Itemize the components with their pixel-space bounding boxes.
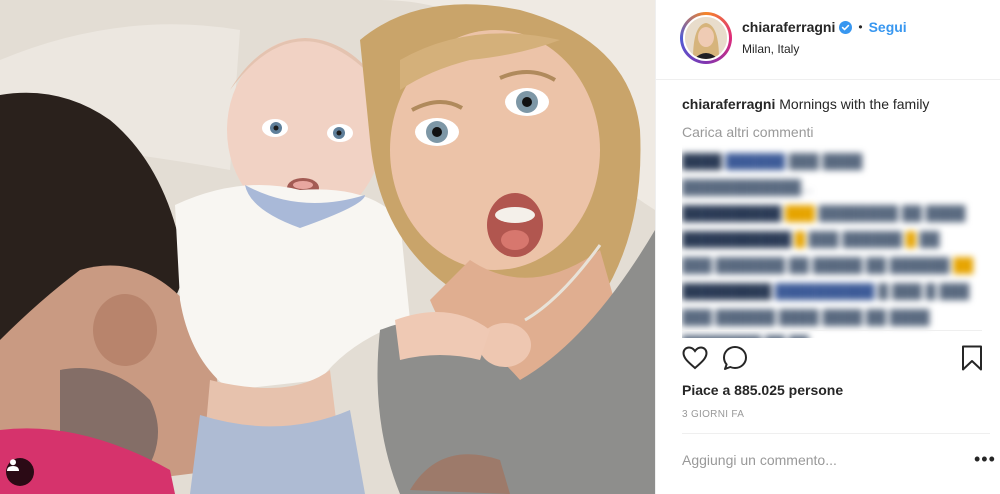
- action-bar: [682, 342, 990, 374]
- blurred-comment-line: ████ ██████ ███ ████ ████████████...: [682, 153, 863, 195]
- verified-badge-icon: [839, 20, 853, 34]
- blurred-comment-line: ███████████ █ ███ ██████ █ ██: [682, 231, 940, 247]
- username-row: chiaraferragni • Segui: [742, 19, 907, 35]
- location-link[interactable]: Milan, Italy: [742, 42, 799, 56]
- bookmark-icon: [962, 345, 982, 371]
- comment-bubble-icon: [723, 346, 747, 370]
- tag-people-button[interactable]: [6, 458, 34, 486]
- save-button[interactable]: [957, 342, 987, 374]
- separator-dot: •: [858, 20, 863, 34]
- avatar-image: [685, 17, 727, 59]
- likes-count[interactable]: Piace a 885.025 persone: [682, 382, 843, 398]
- like-button[interactable]: [680, 342, 710, 374]
- likes-suffix: persone: [788, 382, 844, 398]
- more-options-button[interactable]: •••: [974, 450, 996, 468]
- post-photo[interactable]: [0, 0, 655, 494]
- load-more-comments-button[interactable]: Carica altri commenti: [682, 124, 982, 140]
- username-link[interactable]: chiaraferragni: [742, 19, 835, 35]
- blurred-comments: ████ ██████ ███ ████ ████████████... ███…: [682, 148, 982, 338]
- post-side-panel: chiaraferragni • Segui Milan, Italy chia…: [655, 0, 1000, 494]
- actions-divider: [682, 330, 982, 331]
- blurred-comment-line: █████████ ██████████ █ ███ █ ███: [682, 283, 970, 299]
- person-tag-icon: [7, 459, 19, 471]
- blurred-comment-line: ███ ██████ ████ ████ ██ ████ ████████ ██…: [682, 309, 930, 338]
- comment-divider: [682, 433, 990, 434]
- avatar[interactable]: [683, 15, 729, 61]
- caption: chiaraferragni Mornings with the family: [682, 94, 982, 114]
- comment-button[interactable]: [720, 342, 750, 374]
- heart-icon: [682, 346, 708, 370]
- caption-username[interactable]: chiaraferragni: [682, 96, 775, 112]
- story-ring[interactable]: [680, 12, 732, 64]
- follow-button[interactable]: Segui: [869, 19, 907, 35]
- likes-number: 885.025: [734, 382, 785, 398]
- blurred-comment-line: ███ ███████ ██ █████ ██ ██████ ██: [682, 257, 974, 273]
- blurred-comment-line: ██████████ ███ ████████ ██ ████: [682, 205, 966, 221]
- comments-section: chiaraferragni Mornings with the family …: [682, 94, 982, 338]
- post-header: chiaraferragni • Segui Milan, Italy: [656, 0, 1000, 80]
- likes-prefix: Piace a: [682, 382, 731, 398]
- add-comment-input[interactable]: [682, 449, 942, 471]
- post-photo-illustration: [0, 0, 655, 494]
- post-timestamp[interactable]: 3 GIORNI FA: [682, 409, 744, 420]
- caption-text: Mornings with the family: [779, 96, 930, 112]
